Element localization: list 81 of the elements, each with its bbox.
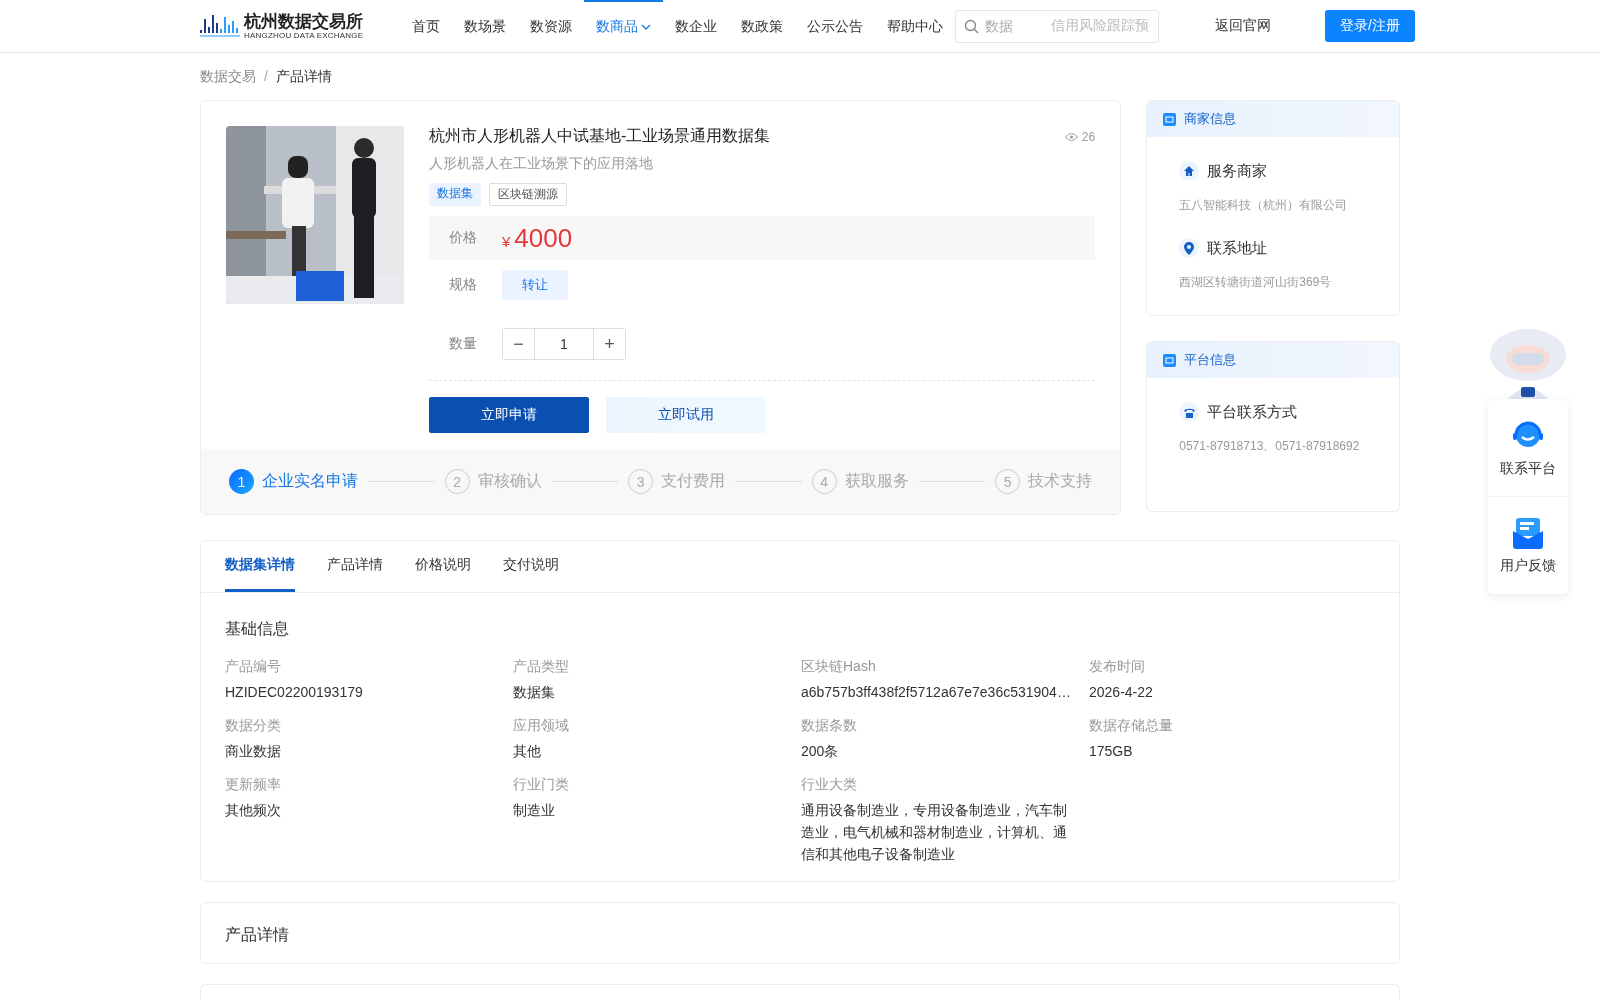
info-value: 五八智能科技（杭州）有限公司 xyxy=(1179,197,1349,214)
info-value: 西湖区转塘街道河山街369号 xyxy=(1179,274,1333,291)
field-value: 数据集 xyxy=(513,683,556,702)
nav-link[interactable]: 首页 xyxy=(400,0,452,52)
info-value: 0571-87918713、0571-87918692 xyxy=(1179,438,1361,455)
field-value: 其他频次 xyxy=(225,801,282,820)
step-label: 审核确认 xyxy=(477,471,542,491)
field-label: 产品编号 xyxy=(225,658,282,676)
step-label: 技术支持 xyxy=(1028,471,1093,491)
card-icon xyxy=(1163,112,1177,126)
field-label: 产品类型 xyxy=(513,658,570,676)
section-title: 基础信息 xyxy=(225,620,289,637)
field-label: 区块链Hash xyxy=(801,658,877,676)
spec-label: 规格 xyxy=(449,276,477,294)
tag: 数据集 xyxy=(429,183,481,206)
float-link[interactable]: 用户反馈 xyxy=(1488,497,1568,595)
logo-icon xyxy=(200,13,240,39)
section-title: 产品详情 xyxy=(225,926,289,943)
phone-icon xyxy=(1182,406,1196,418)
product-title: 杭州市人形机器人中试基地-工业场景通用数据集 xyxy=(429,126,771,146)
location-pin-icon xyxy=(1184,241,1195,255)
apply-button[interactable]: 立即申请 xyxy=(429,397,589,433)
field-value: 175GB xyxy=(1089,742,1134,761)
field-label: 数据存储总量 xyxy=(1089,717,1174,735)
eye-icon xyxy=(1064,132,1078,141)
card-title: 商家信息 xyxy=(1184,110,1237,128)
spec-option[interactable]: 转让 xyxy=(502,270,568,300)
field-value: 其他 xyxy=(513,742,542,761)
step-number: 1 xyxy=(229,469,254,494)
field-value: 2026-4-22 xyxy=(1089,683,1154,702)
view-count: 26 xyxy=(1081,129,1096,144)
info-label: 平台联系方式 xyxy=(1207,402,1298,422)
tab[interactable]: 产品详情 xyxy=(327,541,383,592)
nav-link[interactable]: 数场景 xyxy=(452,0,518,52)
home-icon xyxy=(1183,165,1196,177)
card-title: 平台信息 xyxy=(1184,351,1237,369)
tab[interactable]: 数据集详情 xyxy=(225,541,295,592)
field-label: 应用领域 xyxy=(513,717,570,735)
field-label: 更新频率 xyxy=(225,776,282,794)
field-value: a6b757b3ff438f2f5712a67e7e36c531904… xyxy=(801,683,1069,702)
breadcrumb-separator: / xyxy=(264,68,268,86)
search-icon xyxy=(964,18,979,34)
step-label: 获取服务 xyxy=(844,471,909,491)
nav-link[interactable]: 公示公告 xyxy=(795,0,875,52)
field-label: 行业门类 xyxy=(513,776,570,794)
search-hint: 信用风险跟踪预 xyxy=(1051,17,1149,35)
logo-subtitle: HANGZHOU DATA EXCHANGE xyxy=(244,30,364,40)
step-label: 支付费用 xyxy=(661,471,726,491)
info-label: 联系地址 xyxy=(1207,238,1268,258)
trial-button[interactable]: 立即试用 xyxy=(606,397,766,433)
breadcrumb-link[interactable]: 产品详情 xyxy=(275,68,332,86)
field-value: HZIDEC02200193179 xyxy=(225,683,364,702)
tag: 区块链溯源 xyxy=(489,183,567,206)
envelope-icon xyxy=(1513,516,1543,549)
float-link[interactable]: 联系平台 xyxy=(1488,399,1568,497)
price-label: 价格 xyxy=(449,229,477,247)
product-subtitle: 人形机器人在工业场景下的应用落地 xyxy=(429,155,654,173)
field-label: 行业大类 xyxy=(801,776,858,794)
price: ¥4000 xyxy=(502,222,573,254)
card-icon xyxy=(1163,353,1177,367)
back-link[interactable]: 返回官网 xyxy=(1215,17,1271,35)
nav-link[interactable]: 数资源 xyxy=(518,0,584,52)
info-label: 服务商家 xyxy=(1207,161,1268,181)
quantity-label: 数量 xyxy=(449,335,477,353)
nav-link[interactable]: 帮助中心 xyxy=(875,0,955,52)
field-value: 制造业 xyxy=(513,801,556,820)
field-value: 200条 xyxy=(801,742,840,761)
field-label: 数据分类 xyxy=(225,717,282,735)
field-value: 通用设备制造业，专用设备制造业，汽车制造业，电气机械和器材制造业，计算机、通信和其他电子设备制造业 xyxy=(801,801,1068,864)
tab[interactable]: 交付说明 xyxy=(503,541,559,592)
step-label: 企业实名申请 xyxy=(262,471,358,491)
nav-link[interactable]: 数企业 xyxy=(663,0,729,52)
breadcrumb-link[interactable]: 数据交易 xyxy=(200,68,256,86)
login-button[interactable]: 登录/注册 xyxy=(1325,10,1415,42)
nav-link[interactable]: 数政策 xyxy=(729,0,795,52)
nav-link[interactable]: 数商品 xyxy=(584,0,663,52)
field-value: 商业数据 xyxy=(225,742,282,761)
tab[interactable]: 价格说明 xyxy=(415,541,471,592)
logo-name: 杭州数据交易所 xyxy=(244,12,364,31)
field-label: 数据条数 xyxy=(801,717,858,735)
field-label: 发布时间 xyxy=(1089,658,1146,676)
